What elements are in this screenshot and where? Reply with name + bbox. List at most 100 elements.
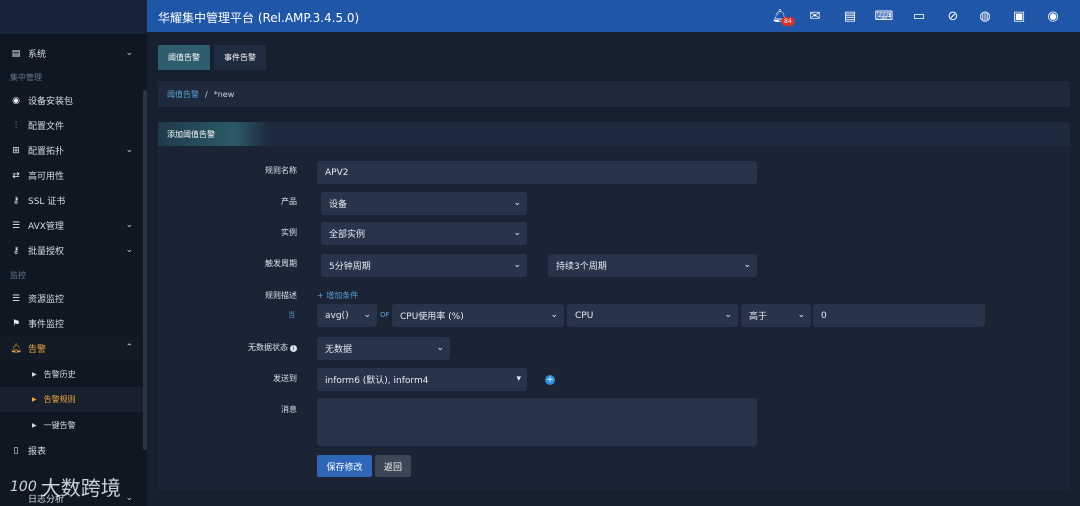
product-label: 产品 xyxy=(281,197,297,206)
sidebar-item-license[interactable]: ⚷ 批量授权 ⌄ xyxy=(0,238,147,263)
disc-icon: ◉ xyxy=(12,95,20,106)
breadcrumb-current: *new xyxy=(213,89,235,99)
terminal-icon[interactable]: ⌨ xyxy=(875,7,894,25)
caret-right-icon: ▶ xyxy=(32,396,37,403)
sidebar-item-packages[interactable]: ◉ 设备安装包 xyxy=(0,88,147,113)
notification-badge: 84 xyxy=(781,17,795,26)
no-data-label: 无数据状态 i xyxy=(157,342,297,353)
sidebar-item-system[interactable]: ▤ 系统 ⌄ xyxy=(0,41,147,66)
globe-icon[interactable]: ◍ xyxy=(976,7,994,25)
rule-description-label: 规则描述 xyxy=(265,291,297,300)
sidebar-item-event-monitor[interactable]: ⚑ 事件监控 xyxy=(0,311,147,336)
key-icon: ⚷ xyxy=(12,245,20,256)
save-icon[interactable]: ▣ xyxy=(1010,7,1028,25)
flag-icon: ⚑ xyxy=(11,318,21,329)
chevron-up-icon: ⌃ xyxy=(125,343,133,353)
message-textarea[interactable] xyxy=(317,398,757,446)
alert-tabs: 阈值告警 事件告警 xyxy=(158,45,270,70)
top-bar: 华耀集中管理平台 (Rel.AMP.3.4.5.0) 🔔︎ 84 ✉ ▤ ⌨ ▭… xyxy=(147,0,1080,32)
document-icon[interactable]: ▤ xyxy=(841,7,859,25)
sidebar-subitem-one-click-alert[interactable]: ▶ 一键告警 xyxy=(0,413,147,438)
save-button[interactable]: 保存修改 xyxy=(317,455,372,477)
trigger-period-select[interactable]: 5分钟周期 ⌄ xyxy=(321,254,527,277)
chevron-down-icon: ⌄ xyxy=(743,260,751,270)
trigger-duration-select[interactable]: 持续3个周期 ⌄ xyxy=(548,254,757,277)
aggregation-select[interactable]: avg() ⌄ xyxy=(317,304,377,327)
chevron-down-icon: ⌄ xyxy=(513,260,521,270)
of-text: OF xyxy=(380,311,390,319)
breadcrumb-separator: / xyxy=(205,89,208,99)
chevron-down-icon: ⌄ xyxy=(125,220,133,230)
user-icon[interactable]: ◉ xyxy=(1044,7,1062,25)
watermark: 100 大数跨境 xyxy=(10,472,121,501)
instance-select[interactable]: 全部实例 ⌄ xyxy=(321,222,527,245)
sidebar-subitem-alert-history[interactable]: ▶ 告警历史 xyxy=(0,362,147,387)
back-button[interactable]: 返回 xyxy=(375,455,411,477)
book-icon: ▤ xyxy=(11,48,21,59)
watermark-text: 大数跨境 xyxy=(40,476,121,500)
sidebar-subitem-alert-rules[interactable]: ▶ 告警规则 xyxy=(0,387,147,412)
panel-header: 添加阈值告警 xyxy=(158,122,1070,146)
breadcrumb: 阈值告警 / *new xyxy=(158,81,1070,107)
no-data-select[interactable]: 无数据 ⌄ xyxy=(317,337,450,360)
sidebar-item-config-files[interactable]: ⫶ 配置文件 xyxy=(0,113,147,138)
chevron-down-icon: ⌄ xyxy=(513,228,521,238)
chevron-down-icon: ⌄ xyxy=(550,310,558,320)
sidebar-item-reports[interactable]: ▯ 报表 xyxy=(0,438,147,463)
chevron-down-icon: ⌄ xyxy=(513,198,521,208)
rule-name-label: 规则名称 xyxy=(265,166,297,175)
tab-threshold-alert[interactable]: 阈值告警 xyxy=(158,45,210,70)
chevron-down-icon: ⌄ xyxy=(363,310,371,320)
instance-label: 实例 xyxy=(281,228,297,237)
send-to-label: 发送到 xyxy=(273,374,297,383)
target-select[interactable]: CPU ⌄ xyxy=(567,304,738,327)
sidebar-item-resource-monitor[interactable]: ☰ 资源监控 xyxy=(0,286,147,311)
mail-icon[interactable]: ✉ xyxy=(806,7,824,25)
chevron-down-icon: ⌄ xyxy=(125,145,133,155)
watermark-logo: 100 xyxy=(10,478,37,495)
bell-icon: 🔔︎ xyxy=(10,343,22,354)
monitor-icon[interactable]: ▭ xyxy=(910,7,928,25)
sidebar-group-manage: 集中管理 xyxy=(10,73,42,82)
panel-title: 添加阈值告警 xyxy=(167,129,215,139)
metric-select[interactable]: CPU使用率 (%) ⌄ xyxy=(392,304,564,327)
compass-icon[interactable]: ⊘ xyxy=(944,7,962,25)
trigger-period-label: 触发周期 xyxy=(265,259,297,268)
add-recipient-icon[interactable]: + xyxy=(545,375,555,385)
sidebar-item-avx[interactable]: ☰ AVX管理 ⌄ xyxy=(0,213,147,238)
key-icon: ⚷ xyxy=(12,195,20,206)
file-icon: ▯ xyxy=(13,445,19,456)
caret-right-icon: ▶ xyxy=(32,422,37,429)
list-icon: ☰ xyxy=(11,220,21,231)
sitemap-icon: ⊞ xyxy=(12,145,20,156)
chevron-down-icon: ⌄ xyxy=(436,343,444,353)
tab-event-alert[interactable]: 事件告警 xyxy=(214,45,266,70)
add-condition-link[interactable]: + 增加条件 xyxy=(317,290,358,301)
sidebar-item-topology[interactable]: ⊞ 配置拓扑 ⌄ xyxy=(0,138,147,163)
chevron-down-icon: ⌄ xyxy=(797,310,805,320)
sliders-icon: ⫶ xyxy=(14,120,18,131)
chevron-down-icon: ⌄ xyxy=(125,48,133,58)
threshold-input[interactable]: 0 xyxy=(813,304,985,327)
sidebar-group-monitor: 监控 xyxy=(10,271,26,280)
chevron-down-icon: ⌄ xyxy=(125,493,133,503)
app-title: 华耀集中管理平台 (Rel.AMP.3.4.5.0) xyxy=(158,11,360,25)
rule-name-input[interactable]: APV2 xyxy=(317,161,757,184)
when-text: 当 xyxy=(288,311,295,319)
sidebar-item-alerts[interactable]: 🔔︎ 告警 ⌃ xyxy=(0,336,147,361)
comparison-select[interactable]: 高于 ⌄ xyxy=(741,304,811,327)
caret-right-icon: ▶ xyxy=(32,371,37,378)
caret-down-icon: ▾ xyxy=(516,374,521,384)
chevron-down-icon: ⌄ xyxy=(125,245,133,255)
message-label: 消息 xyxy=(281,405,297,414)
chevron-down-icon: ⌄ xyxy=(724,310,732,320)
product-select[interactable]: 设备 ⌄ xyxy=(321,192,527,215)
info-icon: i xyxy=(290,345,297,352)
sidebar-item-ssl[interactable]: ⚷ SSL 证书 xyxy=(0,188,147,213)
list-icon: ☰ xyxy=(11,293,21,304)
exchange-icon: ⇄ xyxy=(12,170,20,181)
sidebar-scrollbar[interactable] xyxy=(143,90,147,450)
send-to-select[interactable]: inform6 (默认), inform4 ▾ xyxy=(317,368,527,391)
sidebar-item-ha[interactable]: ⇄ 高可用性 xyxy=(0,163,147,188)
breadcrumb-link[interactable]: 阈值告警 xyxy=(167,89,199,100)
